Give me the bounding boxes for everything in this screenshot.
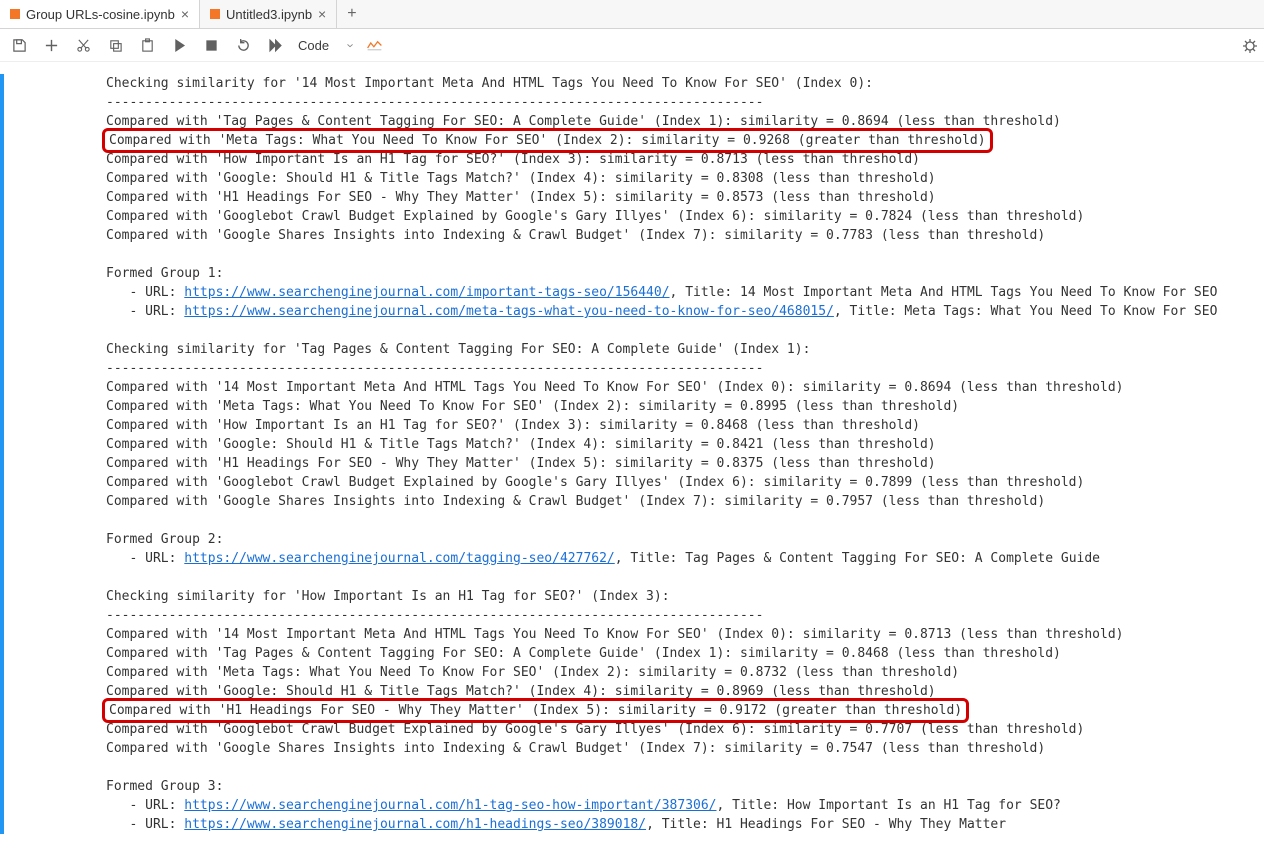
chevron-down-icon: › [344, 43, 359, 47]
cell-type-label: Code [298, 38, 329, 53]
tab-untitled3[interactable]: Untitled3.ipynb × [200, 0, 337, 28]
save-button[interactable] [10, 36, 28, 54]
output-line: ----------------------------------------… [106, 361, 763, 376]
output-line: Formed Group 1: [106, 266, 223, 281]
cell-marker[interactable] [0, 74, 26, 834]
output-line: - URL: [106, 798, 184, 813]
output-line: , Title: Tag Pages & Content Tagging For… [615, 551, 1100, 566]
toolbar: Code › [0, 29, 1264, 62]
output-line: Compared with 'Google Shares Insights in… [106, 494, 1045, 509]
url-link[interactable]: https://www.searchenginejournal.com/tagg… [184, 551, 614, 566]
debugger-icon[interactable] [1242, 38, 1258, 57]
copy-button[interactable] [106, 36, 124, 54]
paste-button[interactable] [138, 36, 156, 54]
output-line: Compared with 'Googlebot Crawl Budget Ex… [106, 722, 1084, 737]
output-line: Compared with 'Meta Tags: What You Need … [106, 399, 959, 414]
output-line: Checking similarity for 'How Important I… [106, 589, 670, 604]
notebook-content: Checking similarity for '14 Most Importa… [0, 62, 1264, 834]
output-line: Checking similarity for '14 Most Importa… [106, 76, 873, 91]
output-line: , Title: How Important Is an H1 Tag for … [717, 798, 1061, 813]
url-link[interactable]: https://www.searchenginejournal.com/meta… [184, 304, 834, 319]
output-line: Compared with 'Googlebot Crawl Budget Ex… [106, 475, 1084, 490]
close-icon[interactable]: × [181, 7, 189, 21]
tab-bar: Group URLs-cosine.ipynb × Untitled3.ipyn… [0, 0, 1264, 29]
output-line: Compared with 'Google: Should H1 & Title… [106, 684, 936, 699]
close-icon[interactable]: × [318, 7, 326, 21]
highlighted-comparison: Compared with 'H1 Headings For SEO - Why… [102, 698, 969, 723]
output-line: - URL: [106, 817, 184, 832]
notebook-icon [210, 9, 220, 19]
output-line: Compared with 'H1 Headings For SEO - Why… [106, 190, 936, 205]
output-line: Formed Group 3: [106, 779, 223, 794]
cell-type-select[interactable]: Code › [298, 38, 353, 53]
output-line: Compared with 'Tag Pages & Content Taggi… [106, 646, 1061, 661]
render-button[interactable] [367, 36, 382, 54]
output-line: Compared with 'Google: Should H1 & Title… [106, 437, 936, 452]
output-line: Compared with '14 Most Important Meta An… [106, 380, 1123, 395]
output-line: Compared with 'Google Shares Insights in… [106, 741, 1045, 756]
cell-output: Checking similarity for '14 Most Importa… [26, 74, 1264, 834]
output-line: Compared with 'Tag Pages & Content Taggi… [106, 114, 1061, 129]
insert-cell-button[interactable] [42, 36, 60, 54]
highlighted-comparison: Compared with 'Meta Tags: What You Need … [102, 128, 993, 153]
output-line: , Title: 14 Most Important Meta And HTML… [670, 285, 1218, 300]
url-link[interactable]: https://www.searchenginejournal.com/h1-h… [184, 817, 646, 832]
output-line: Compared with 'H1 Headings For SEO - Why… [106, 456, 936, 471]
output-line: - URL: [106, 304, 184, 319]
run-button[interactable] [170, 36, 188, 54]
output-line: Compared with 'Google Shares Insights in… [106, 228, 1045, 243]
output-line: Compared with '14 Most Important Meta An… [106, 627, 1123, 642]
stop-button[interactable] [202, 36, 220, 54]
url-link[interactable]: https://www.searchenginejournal.com/impo… [184, 285, 669, 300]
add-tab-button[interactable]: + [337, 5, 366, 23]
output-line: Compared with 'Google: Should H1 & Title… [106, 171, 936, 186]
output-line: - URL: [106, 551, 184, 566]
restart-run-all-button[interactable] [266, 36, 284, 54]
output-line: Compared with 'Meta Tags: What You Need … [106, 665, 959, 680]
url-link[interactable]: https://www.searchenginejournal.com/h1-t… [184, 798, 716, 813]
cut-button[interactable] [74, 36, 92, 54]
output-line: Compared with 'How Important Is an H1 Ta… [106, 152, 920, 167]
output-line: Formed Group 2: [106, 532, 223, 547]
restart-button[interactable] [234, 36, 252, 54]
output-line: Compared with 'Googlebot Crawl Budget Ex… [106, 209, 1084, 224]
tab-label: Group URLs-cosine.ipynb [26, 7, 175, 22]
tab-label: Untitled3.ipynb [226, 7, 312, 22]
output-line: - URL: [106, 285, 184, 300]
output-line: ----------------------------------------… [106, 608, 763, 623]
output-line: ----------------------------------------… [106, 95, 763, 110]
output-line: , Title: Meta Tags: What You Need To Kno… [834, 304, 1218, 319]
output-line: Checking similarity for 'Tag Pages & Con… [106, 342, 810, 357]
output-line: , Title: H1 Headings For SEO - Why They … [646, 817, 1006, 832]
output-line: Compared with 'How Important Is an H1 Ta… [106, 418, 920, 433]
notebook-icon [10, 9, 20, 19]
tab-group-urls[interactable]: Group URLs-cosine.ipynb × [0, 0, 200, 28]
